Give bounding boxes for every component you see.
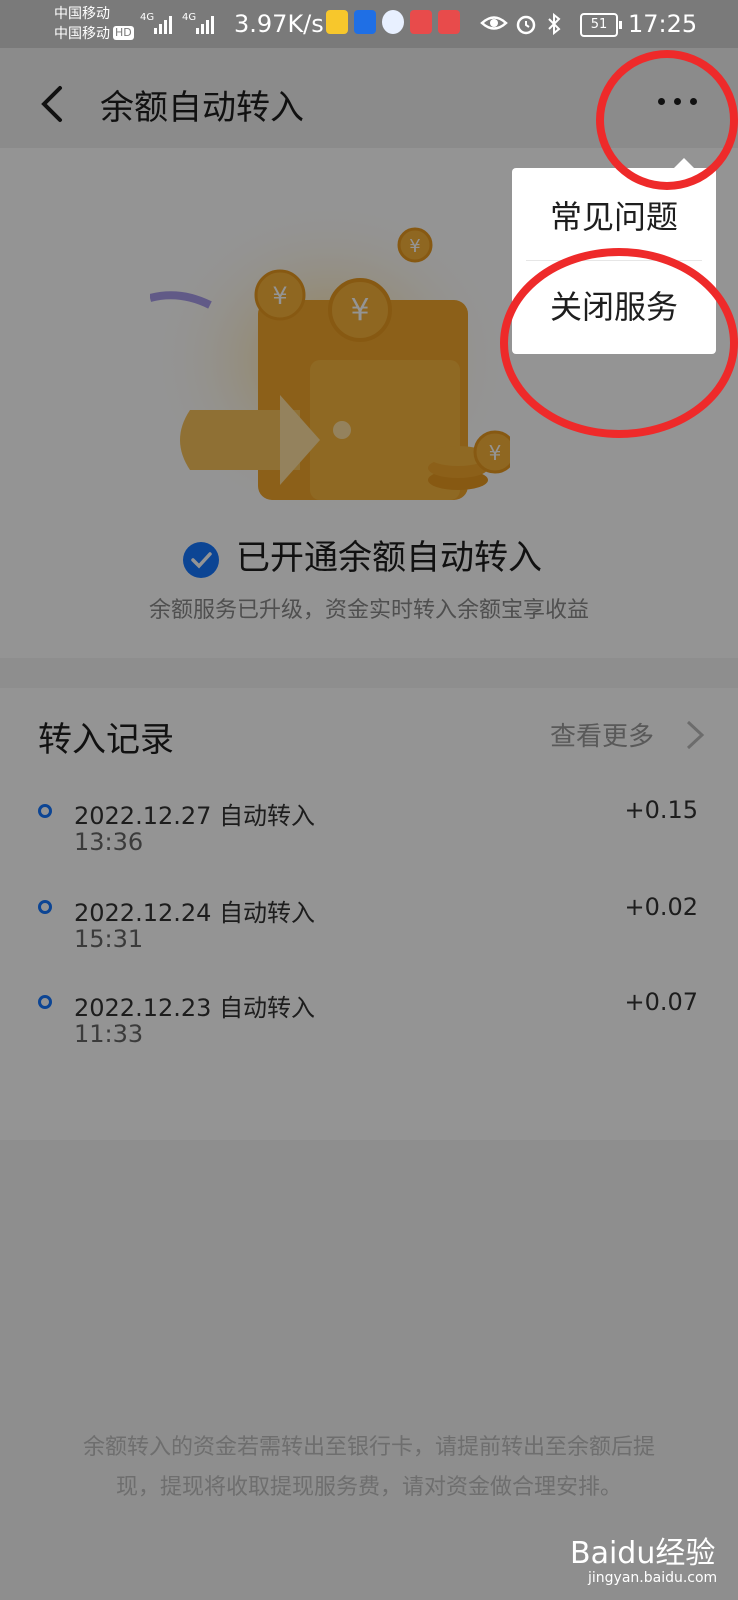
- annotation-circle: [596, 50, 738, 190]
- menu-item-faq[interactable]: 常见问题: [512, 192, 716, 238]
- bluetooth-icon: [548, 12, 561, 36]
- battery-icon: 51: [580, 13, 622, 37]
- hd-badge: HD: [113, 26, 134, 40]
- browser-icon: [382, 10, 404, 34]
- carrier-2: 中国移动: [54, 26, 110, 42]
- carrier-1: 中国移动: [54, 6, 110, 22]
- annotation-circle: [500, 248, 738, 438]
- watermark-logo: Baidu经验: [570, 1536, 716, 1571]
- alarm-icon: [516, 15, 536, 35]
- watermark-url: jingyan.baidu.com: [588, 1570, 718, 1586]
- bulb-icon: [354, 10, 376, 34]
- book-icon: [438, 10, 460, 34]
- clock: 17:25: [628, 10, 698, 38]
- huawei-icon: [410, 10, 432, 34]
- eye-icon: [480, 16, 508, 30]
- weibo-icon: [326, 10, 348, 34]
- network-speed: 3.97K/s: [234, 10, 324, 38]
- signal-icon: [150, 14, 180, 34]
- status-bar: 中国移动 中国移动 HD 4G 4G 3.97K/s 51 17:25: [0, 0, 738, 48]
- signal-icon: [192, 14, 222, 34]
